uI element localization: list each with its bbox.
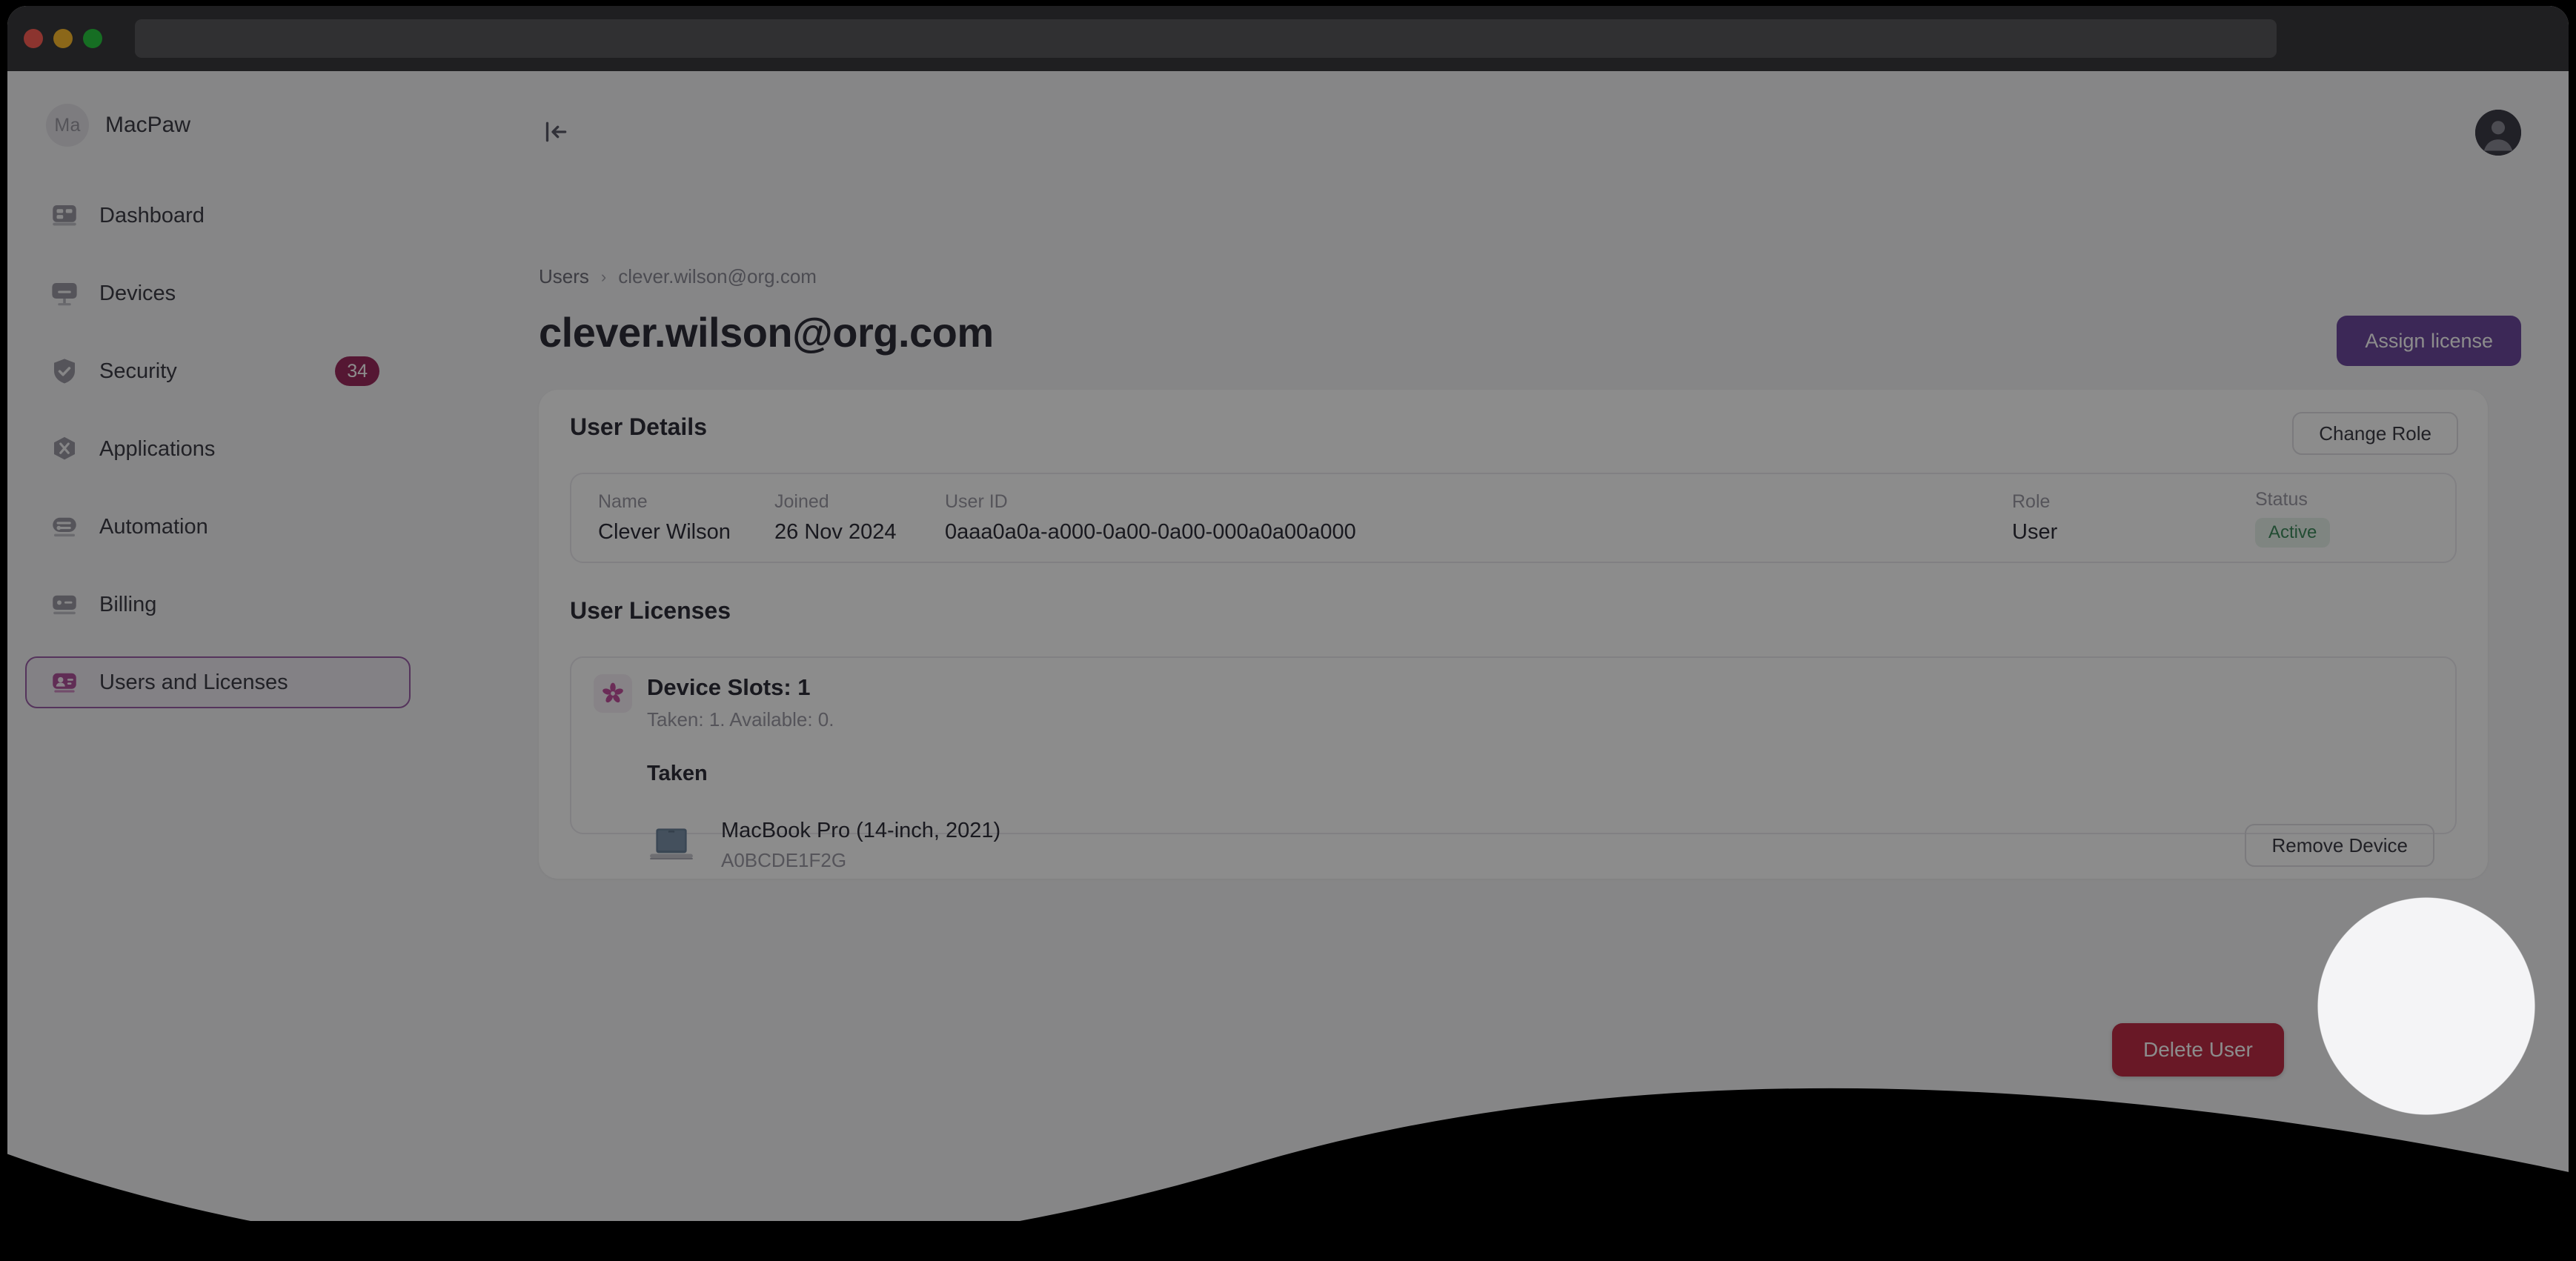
sidebar-item-security[interactable]: Security 34: [25, 345, 411, 397]
sidebar: Ma MacPaw Dashboard Devices Security 34 …: [7, 71, 437, 1221]
app-body: Ma MacPaw Dashboard Devices Security 34 …: [7, 71, 2569, 1221]
user-panel: User Details Change Role Name Clever Wil…: [539, 390, 2488, 879]
shield-icon: [49, 356, 80, 387]
apps-icon: [49, 433, 80, 465]
license-title: Device Slots: 1: [647, 674, 811, 700]
breadcrumb-separator-icon: ›: [600, 267, 607, 286]
sidebar-item-label: Users and Licenses: [99, 670, 288, 694]
card-icon: [49, 589, 80, 620]
sidebar-item-applications[interactable]: Applications: [25, 423, 411, 475]
close-button[interactable]: [24, 29, 43, 48]
sidebar-item-automation[interactable]: Automation: [25, 501, 411, 553]
sidebar-item-label: Billing: [99, 592, 157, 616]
remove-device-button[interactable]: Remove Device: [2245, 824, 2434, 867]
id-card-icon: [49, 667, 80, 698]
detail-label: Joined: [774, 491, 829, 512]
breadcrumb: Users › clever.wilson@org.com: [539, 265, 817, 288]
collapse-sidebar-icon[interactable]: [539, 114, 574, 150]
breadcrumb-users-link[interactable]: Users: [539, 265, 589, 288]
user-details-heading: User Details: [570, 413, 707, 440]
detail-label: Name: [598, 491, 648, 512]
detail-value: User: [2012, 520, 2058, 544]
detail-role: Role User: [2012, 491, 2057, 545]
device-row: MacBook Pro (14-inch, 2021) A0BCDE1F2G R…: [647, 805, 2434, 886]
device-info: MacBook Pro (14-inch, 2021) A0BCDE1F2G: [721, 819, 1000, 872]
dashboard-icon: [49, 200, 80, 231]
monitor-icon: [49, 278, 80, 309]
status-badge: Active: [2255, 517, 2331, 548]
taken-heading: Taken: [647, 762, 708, 785]
screenshot-stage: Ma MacPaw Dashboard Devices Security 34 …: [0, 0, 2576, 1261]
sidebar-item-billing[interactable]: Billing: [25, 579, 411, 630]
license-pinwheel-icon: [594, 674, 632, 713]
detail-label: Status: [2255, 488, 2308, 510]
sidebar-item-users-and-licenses[interactable]: Users and Licenses: [25, 656, 411, 708]
sidebar-item-label: Security: [99, 359, 177, 383]
maximize-button[interactable]: [83, 29, 102, 48]
sliders-icon: [49, 511, 80, 542]
minimize-button[interactable]: [53, 29, 73, 48]
sidebar-item-label: Dashboard: [99, 203, 205, 227]
breadcrumb-current: clever.wilson@org.com: [618, 265, 817, 287]
device-serial: A0BCDE1F2G: [721, 849, 847, 871]
assign-license-button[interactable]: Assign license: [2337, 316, 2521, 366]
license-card: Device Slots: 1 Taken: 1. Available: 0. …: [570, 656, 2457, 871]
org-avatar: Ma: [46, 104, 89, 147]
sidebar-item-label: Applications: [99, 436, 216, 461]
detail-value: 0aaa0a0a-a000-0a00-0a00-000a0a00a000: [945, 520, 1356, 544]
device-name: MacBook Pro (14-inch, 2021): [721, 819, 1001, 842]
detail-label: Role: [2012, 491, 2051, 512]
license-subtitle: Taken: 1. Available: 0.: [647, 708, 834, 731]
detail-value: 26 Nov 2024: [774, 520, 897, 544]
content-topbar: [437, 71, 2569, 182]
sidebar-item-devices[interactable]: Devices: [25, 267, 411, 319]
detail-user-id: User ID 0aaa0a0a-a000-0a00-0a00-000a0a00…: [945, 491, 1356, 545]
browser-chrome: [7, 6, 2569, 71]
security-badge-count: 34: [335, 356, 379, 386]
detail-label: User ID: [945, 491, 1008, 512]
detail-name: Name Clever Wilson: [598, 491, 731, 545]
main-content: Users › clever.wilson@org.com clever.wil…: [437, 71, 2569, 1221]
detail-value: Active: [2255, 517, 2331, 548]
sidebar-item-label: Automation: [99, 514, 208, 539]
detail-value: Clever Wilson: [598, 520, 731, 544]
laptop-icon: [647, 825, 696, 866]
change-role-button[interactable]: Change Role: [2292, 412, 2458, 455]
delete-user-button[interactable]: Delete User: [2112, 1023, 2284, 1077]
organization-row[interactable]: Ma MacPaw: [46, 104, 190, 147]
user-details-card: Name Clever Wilson Joined 26 Nov 2024 Us…: [570, 473, 2457, 563]
detail-status: Status Active: [2255, 488, 2331, 548]
sidebar-item-label: Devices: [99, 281, 176, 305]
sidebar-nav: Dashboard Devices Security 34 Applicatio…: [25, 190, 411, 734]
detail-joined: Joined 26 Nov 2024: [774, 491, 896, 545]
app-layer: Ma MacPaw Dashboard Devices Security 34 …: [0, 0, 2576, 1261]
user-avatar-icon[interactable]: [2475, 110, 2521, 156]
user-licenses-heading: User Licenses: [570, 597, 731, 624]
sidebar-item-dashboard[interactable]: Dashboard: [25, 190, 411, 242]
org-name: MacPaw: [105, 113, 191, 137]
page-title: clever.wilson@org.com: [539, 309, 994, 356]
browser-window: Ma MacPaw Dashboard Devices Security 34 …: [7, 6, 2569, 1221]
address-bar[interactable]: [135, 19, 2277, 58]
